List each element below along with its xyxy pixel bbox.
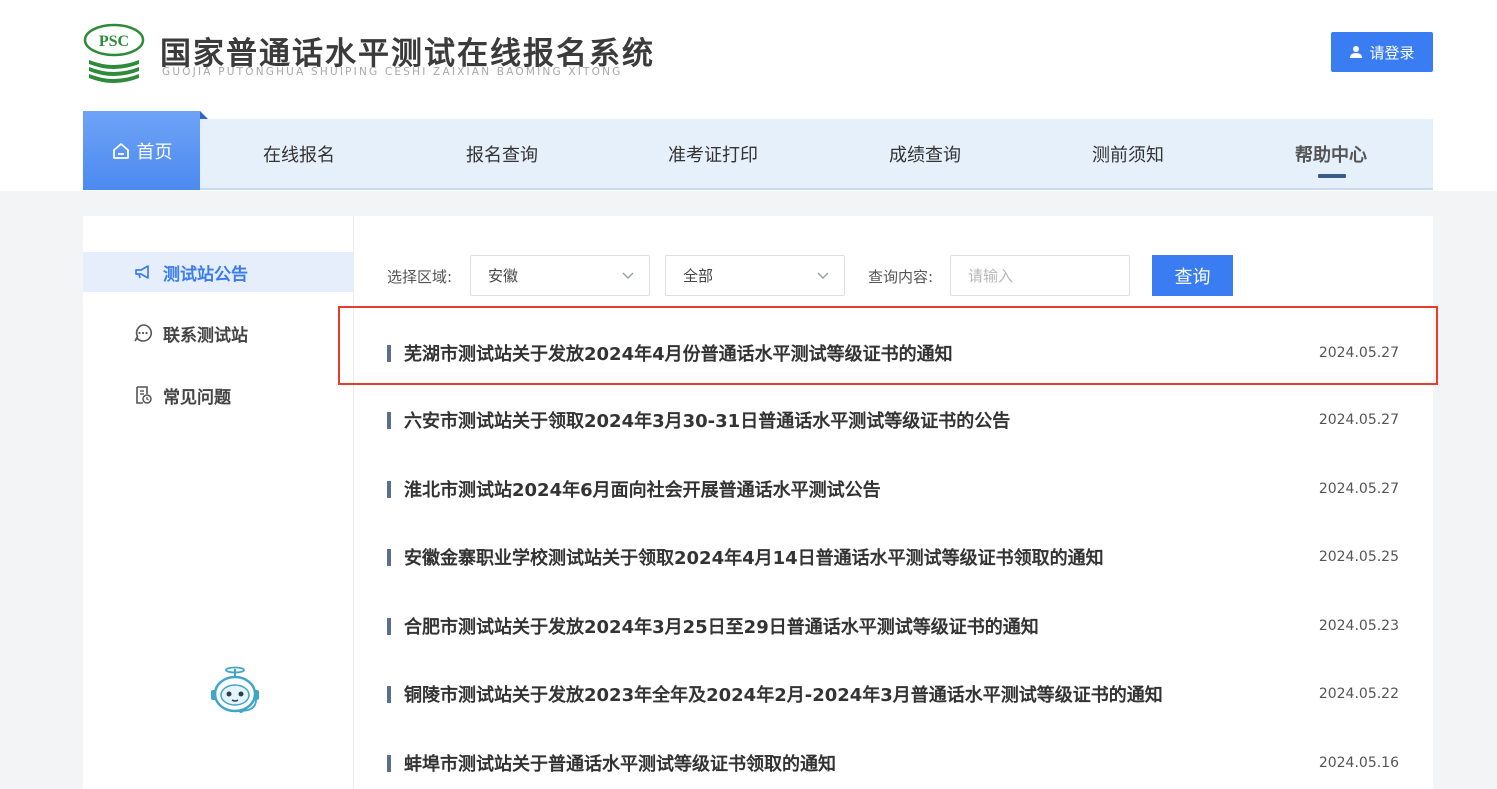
news-title: 芜湖市测试站关于发放2024年4月份普通话水平测试等级证书的通知 [404,344,953,365]
news-item[interactable]: 芜湖市测试站关于发放2024年4月份普通话水平测试等级证书的通知 2024.05… [387,338,1399,368]
nav-admission-ticket[interactable]: 准考证打印 [668,119,758,188]
news-date: 2024.05.22 [1318,686,1399,702]
main-nav: 首页 在线报名 报名查询 准考证打印 成绩查询 测前须知 帮助中心 [83,111,1433,190]
sidebar-item-label: 测试站公告 [163,264,248,285]
news-title: 合肥市测试站关于发放2024年3月25日至29日普通话水平测试等级证书的通知 [404,617,1039,638]
nav-online-signup[interactable]: 在线报名 [263,119,335,188]
chat-bubble-icon [134,324,152,342]
site-pinyin: GUOJIA PUTONGHUA SHUIPING CESHI ZAIXIAN … [162,66,623,78]
search-input[interactable] [950,255,1130,296]
query-label: 查询内容: [868,268,934,286]
login-button[interactable]: 请登录 [1331,32,1433,72]
news-marker [387,617,391,635]
chevron-down-icon [622,272,634,280]
news-marker [387,754,391,772]
news-marker [387,685,391,703]
region-select-value: 安徽 [488,267,519,285]
news-date: 2024.05.25 [1318,549,1399,565]
nav-signup-query[interactable]: 报名查询 [466,119,538,188]
news-marker [387,480,391,498]
scope-select[interactable]: 全部 [665,255,845,296]
nav-score-query[interactable]: 成绩查询 [889,119,961,188]
content-card: 测试站公告 联系测试站 常见问题 选择区域: 安徽 全部 查询内容: 请输入 查… [83,216,1433,789]
news-title: 安徽金寨职业学校测试站关于领取2024年4月14日普通话水平测试等级证书领取的通… [404,548,1104,569]
svg-text:PSC: PSC [99,33,129,50]
news-title: 淮北市测试站2024年6月面向社会开展普通话水平测试公告 [404,480,881,501]
region-label: 选择区域: [387,268,453,286]
home-icon [112,142,129,159]
document-clock-icon [136,386,152,404]
news-marker [387,411,391,429]
region-select[interactable]: 安徽 [470,255,650,296]
psc-logo: PSC [83,23,145,83]
login-label: 请登录 [1369,43,1415,62]
sidebar-item-faq[interactable]: 常见问题 [83,375,353,415]
news-marker [387,548,391,566]
nav-home-label: 首页 [136,141,173,163]
news-date: 2024.05.23 [1318,618,1399,634]
news-item[interactable]: 安徽金寨职业学校测试站关于领取2024年4月14日普通话水平测试等级证书领取的通… [387,542,1399,572]
chevron-down-icon [817,272,829,280]
nav-active-indicator [1318,174,1346,178]
news-title: 铜陵市测试站关于发放2023年全年及2024年2月-2024年3月普通话水平测试… [404,685,1163,706]
nav-pretest-notice[interactable]: 测前须知 [1092,119,1164,188]
robot-mascot-icon [211,666,259,713]
query-button[interactable]: 查询 [1152,255,1233,296]
scope-select-value: 全部 [683,267,714,285]
news-item[interactable]: 铜陵市测试站关于发放2023年全年及2024年2月-2024年3月普通话水平测试… [387,679,1399,709]
news-date: 2024.05.16 [1318,755,1399,771]
news-marker [387,344,391,362]
news-title: 六安市测试站关于领取2024年3月30-31日普通话水平测试等级证书的公告 [404,411,1011,432]
news-date: 2024.05.27 [1318,345,1399,361]
news-item[interactable]: 六安市测试站关于领取2024年3月30-31日普通话水平测试等级证书的公告 20… [387,405,1399,435]
sidebar-item-contact[interactable]: 联系测试站 [83,313,353,353]
user-icon [1350,46,1363,58]
sidebar-item-label: 联系测试站 [163,325,248,346]
sidebar-item-label: 常见问题 [163,387,231,408]
sidebar-item-announcements[interactable]: 测试站公告 [83,252,353,292]
news-date: 2024.05.27 [1318,481,1399,497]
sidebar: 测试站公告 联系测试站 常见问题 [83,216,354,789]
megaphone-icon [135,265,149,279]
news-title: 蚌埠市测试站关于普通话水平测试等级证书领取的通知 [404,754,836,775]
news-date: 2024.05.27 [1318,412,1399,428]
news-item[interactable]: 淮北市测试站2024年6月面向社会开展普通话水平测试公告 2024.05.27 [387,474,1399,504]
nav-home[interactable]: 首页 [83,111,208,190]
news-item[interactable]: 蚌埠市测试站关于普通话水平测试等级证书领取的通知 2024.05.16 [387,748,1399,778]
news-item[interactable]: 合肥市测试站关于发放2024年3月25日至29日普通话水平测试等级证书的通知 2… [387,611,1399,641]
